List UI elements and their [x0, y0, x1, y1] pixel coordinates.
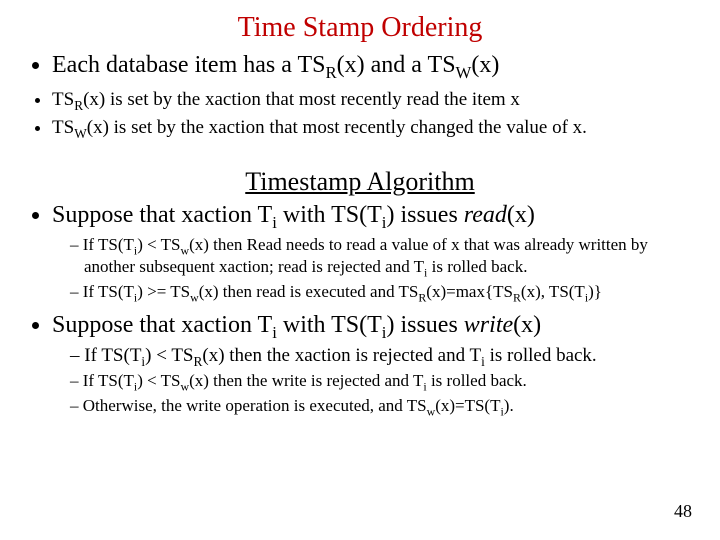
text: TS: [52, 117, 74, 138]
text: (x), TS(T: [521, 282, 585, 301]
text: is rolled back.: [427, 371, 527, 390]
algo-read: Suppose that xaction Ti with TS(Ti) issu…: [52, 201, 696, 305]
text: with TS(T: [277, 202, 382, 228]
text: ) >= TS: [137, 282, 190, 301]
text: (x): [471, 52, 499, 78]
text: (x) then the write is rejected and T: [189, 371, 423, 390]
page-number: 48: [674, 501, 692, 522]
text: Suppose that xaction T: [52, 202, 272, 228]
subscript: w: [181, 380, 190, 394]
text: ) issues: [386, 202, 463, 228]
slide-title: Time Stamp Ordering: [24, 12, 696, 44]
text: with TS(T: [277, 312, 382, 338]
text: Otherwise, the write operation is execut…: [83, 396, 427, 415]
text: If TS(T: [83, 282, 134, 301]
text: (x) and a TS: [337, 52, 456, 78]
subscript: R: [513, 290, 521, 304]
read-rule-1: If TS(Ti) < TSw(x) then Read needs to re…: [70, 235, 696, 280]
text: (x): [513, 312, 541, 338]
text: )}: [588, 282, 602, 301]
slide-subtitle: Timestamp Algorithm: [24, 167, 696, 197]
text: Each database item has a TS: [52, 52, 325, 78]
text: is rolled back.: [427, 257, 527, 276]
text: ).: [504, 396, 514, 415]
subscript: w: [427, 404, 436, 418]
write-rules: If TS(Ti) < TSR(x) then the xaction is r…: [52, 345, 696, 419]
subscript: R: [325, 63, 336, 82]
text: If TS(T: [83, 371, 134, 390]
text: (x) is set by the xaction that most rece…: [87, 117, 587, 138]
text: TS: [52, 89, 74, 110]
algorithm-list: Suppose that xaction Ti with TS(Ti) issu…: [24, 201, 696, 419]
algo-write: Suppose that xaction Ti with TS(Ti) issu…: [52, 311, 696, 419]
text: (x): [507, 202, 535, 228]
subscript: R: [74, 98, 83, 113]
subscript: W: [456, 63, 472, 82]
subscript: w: [181, 243, 190, 257]
write-rule-3: Otherwise, the write operation is execut…: [70, 396, 696, 419]
write-rule-2: If TS(Ti) < TSw(x) then the write is rej…: [70, 371, 696, 394]
text: Suppose that xaction T: [52, 312, 272, 338]
read-rule-2: If TS(Ti) >= TSw(x) then read is execute…: [70, 282, 696, 305]
bullet-item-2: TSR(x) is set by the xaction that most r…: [52, 88, 696, 114]
subscript: W: [74, 126, 87, 141]
text: (x)=max{TS: [426, 282, 513, 301]
text: ) issues: [386, 312, 463, 338]
subscript: w: [190, 290, 199, 304]
read-rules: If TS(Ti) < TSw(x) then Read needs to re…: [52, 235, 696, 305]
text: (x) then read is executed and TS: [199, 282, 419, 301]
text: TS(T: [101, 345, 141, 366]
bullet-item-1: Each database item has a TSR(x) and a TS…: [52, 50, 696, 84]
bullet-item-3: TSW(x) is set by the xaction that most r…: [52, 116, 696, 142]
top-bullet-list: Each database item has a TSR(x) and a TS…: [24, 50, 696, 143]
text: If TS(T: [83, 235, 134, 254]
write-rule-1: If TS(Ti) < TSR(x) then the xaction is r…: [70, 345, 696, 370]
text: is rolled back.: [485, 345, 597, 366]
operation: read: [464, 202, 507, 228]
text: ) < TS: [145, 345, 193, 366]
operation: write: [464, 312, 513, 338]
text: ) < TS: [137, 235, 180, 254]
text: ) < TS: [137, 371, 180, 390]
text: (x) then the xaction is rejected and T: [202, 345, 481, 366]
text: (x)=TS(T: [435, 396, 500, 415]
text: (x) is set by the xaction that most rece…: [83, 89, 520, 110]
text: If: [84, 345, 101, 366]
